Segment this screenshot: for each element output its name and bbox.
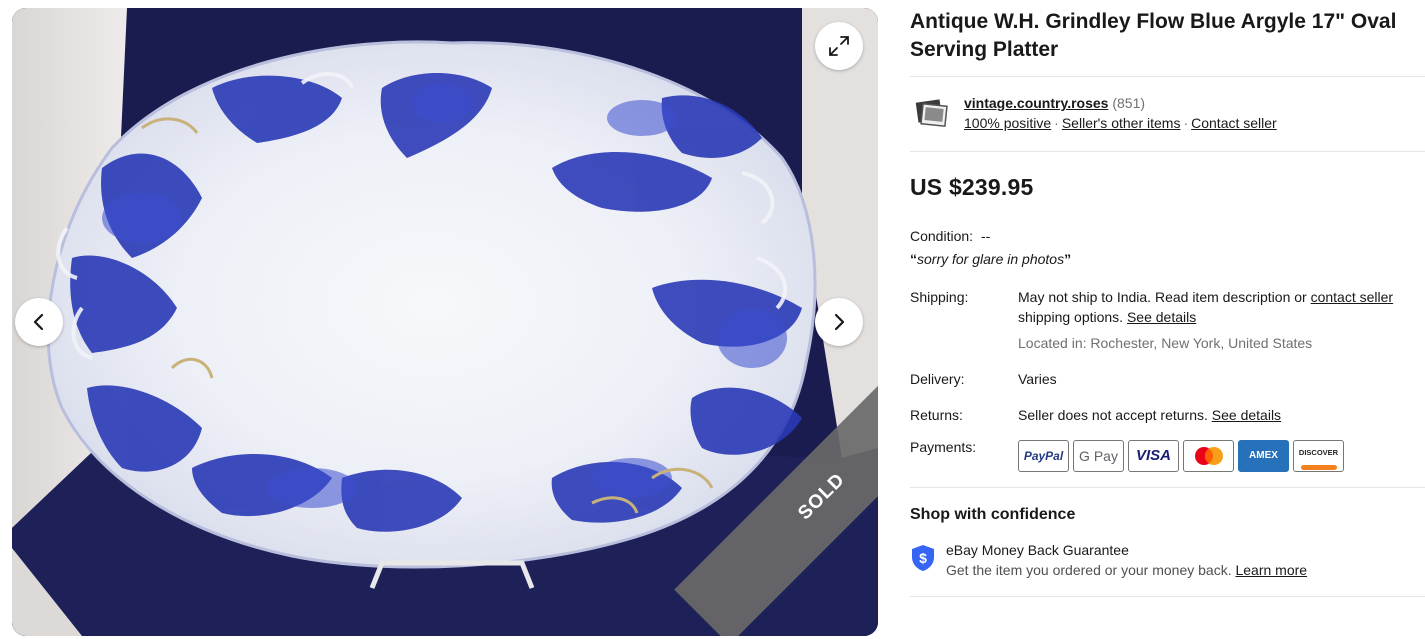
condition-note-text: sorry for glare in photos [917,251,1065,267]
delivery-row: Delivery: Varies [910,369,1425,389]
seller-positive-link[interactable]: 100% positive [964,115,1051,131]
mastercard-logo [1183,440,1234,472]
seller-feedback-count: (851) [1112,95,1146,111]
guarantee-subtitle: Get the item you ordered or your money b… [946,562,1232,578]
item-title-line2: Serving Platter [910,38,1059,61]
returns-see-details-link[interactable]: See details [1212,407,1281,423]
next-image-button[interactable] [815,298,863,346]
returns-value: Seller does not accept returns. [1018,407,1208,423]
payments-row: Payments: PayPal G Pay VISA AMEX DISCOVE… [910,437,1425,472]
guarantee-title: eBay Money Back Guarantee [946,542,1129,558]
quote-close: ” [1064,251,1072,267]
returns-row: Returns: Seller does not accept returns.… [910,405,1425,425]
chevron-right-icon [834,313,845,331]
seller-avatar-icon[interactable] [914,95,950,131]
condition-note: “sorry for glare in photos” [910,251,1425,267]
seller-name-link[interactable]: vintage.country.roses [964,95,1108,111]
shipping-see-details-link[interactable]: See details [1127,309,1196,325]
condition-value: -- [980,228,991,244]
image-gallery[interactable]: SOLD [12,8,878,636]
item-title-line1: Antique W.H. Grindley Flow Blue Argyle 1… [910,10,1397,33]
divider [910,151,1425,152]
amex-logo: AMEX [1238,440,1289,472]
divider [910,487,1425,488]
listing-details: Antique W.H. Grindley Flow Blue Argyle 1… [910,8,1425,597]
shipping-label: Shipping: [910,289,969,305]
separator-dot: · [1183,115,1189,131]
shipping-text2: shipping options. [1018,309,1124,325]
mastercard-icon [1194,447,1223,465]
contact-seller-link[interactable]: Contact seller [1191,115,1277,131]
delivery-label: Delivery: [910,371,965,387]
shop-with-confidence-heading: Shop with confidence [910,506,1076,523]
item-price: US $239.95 [910,174,1034,200]
shipping-contact-seller-link[interactable]: contact seller [1311,289,1393,305]
divider [910,596,1425,597]
item-location: Located in: Rochester, New York, United … [1018,335,1313,351]
condition-row: Condition: -- [910,227,1425,245]
shipping-row: Shipping: May not ship to India. Read it… [910,287,1425,353]
discover-swoosh [1300,464,1337,470]
google-pay-logo: G Pay [1073,440,1124,472]
returns-label: Returns: [910,407,963,423]
seller-card: vintage.country.roses (851) 100% positiv… [910,77,1425,151]
delivery-value: Varies [1018,371,1057,387]
shield-dollar-icon: $ [912,545,934,571]
separator-dot: · [1054,115,1059,131]
previous-image-button[interactable] [15,298,63,346]
condition-label: Condition: [910,228,974,244]
payment-methods: PayPal G Pay VISA AMEX DISCOVER [1018,440,1344,472]
discover-logo: DISCOVER [1293,440,1344,472]
expand-icon [829,36,849,56]
quote-open: “ [910,251,917,267]
seller-other-items-link[interactable]: Seller's other items [1062,115,1181,131]
visa-logo: VISA [1128,440,1179,472]
paypal-logo: PayPal [1018,440,1069,472]
chevron-left-icon [33,313,44,331]
item-title: Antique W.H. Grindley Flow Blue Argyle 1… [910,8,1425,64]
sold-label: SOLD [794,469,850,525]
shipping-text: May not ship to India. Read item descrip… [1018,289,1311,305]
payments-label: Payments: [910,439,977,455]
svg-text:$: $ [919,550,927,566]
expand-image-button[interactable] [815,22,863,70]
money-back-guarantee: $ eBay Money Back Guarantee Get the item… [910,540,1425,580]
learn-more-link[interactable]: Learn more [1235,562,1307,578]
